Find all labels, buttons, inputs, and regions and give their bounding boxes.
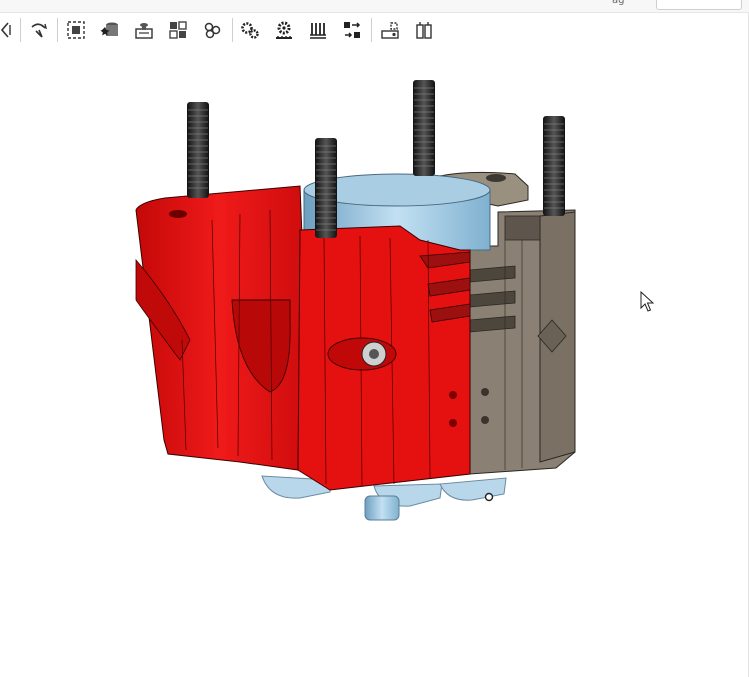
toolbar-separator <box>20 18 21 42</box>
top-strip <box>0 0 749 13</box>
appearance-icon[interactable] <box>131 16 157 44</box>
section-view-icon[interactable] <box>165 16 191 44</box>
mass-properties-icon[interactable] <box>411 16 437 44</box>
gear-relation-icon[interactable] <box>271 16 297 44</box>
top-hint-text: ag <box>612 0 625 6</box>
linear-pattern-icon[interactable] <box>339 16 365 44</box>
mouse-cursor-icon <box>640 291 654 312</box>
rotate-view-icon[interactable] <box>26 16 52 44</box>
toolbar-separator <box>371 18 372 42</box>
explode-view-icon[interactable] <box>199 16 225 44</box>
display-states-icon[interactable] <box>97 16 123 44</box>
assembly-toolbar <box>0 16 749 46</box>
top-dropdown[interactable] <box>656 0 742 10</box>
rack-pinion-icon[interactable] <box>305 16 331 44</box>
assembly-model[interactable] <box>0 52 749 677</box>
graphics-viewport[interactable] <box>0 52 749 677</box>
mate-connector-icon[interactable] <box>237 16 263 44</box>
view-arrow-icon[interactable] <box>0 16 18 44</box>
zoom-to-fit-icon[interactable] <box>63 16 89 44</box>
toolbar-separator <box>232 18 233 42</box>
toolbar-separator <box>57 18 58 42</box>
measure-icon[interactable] <box>377 16 403 44</box>
